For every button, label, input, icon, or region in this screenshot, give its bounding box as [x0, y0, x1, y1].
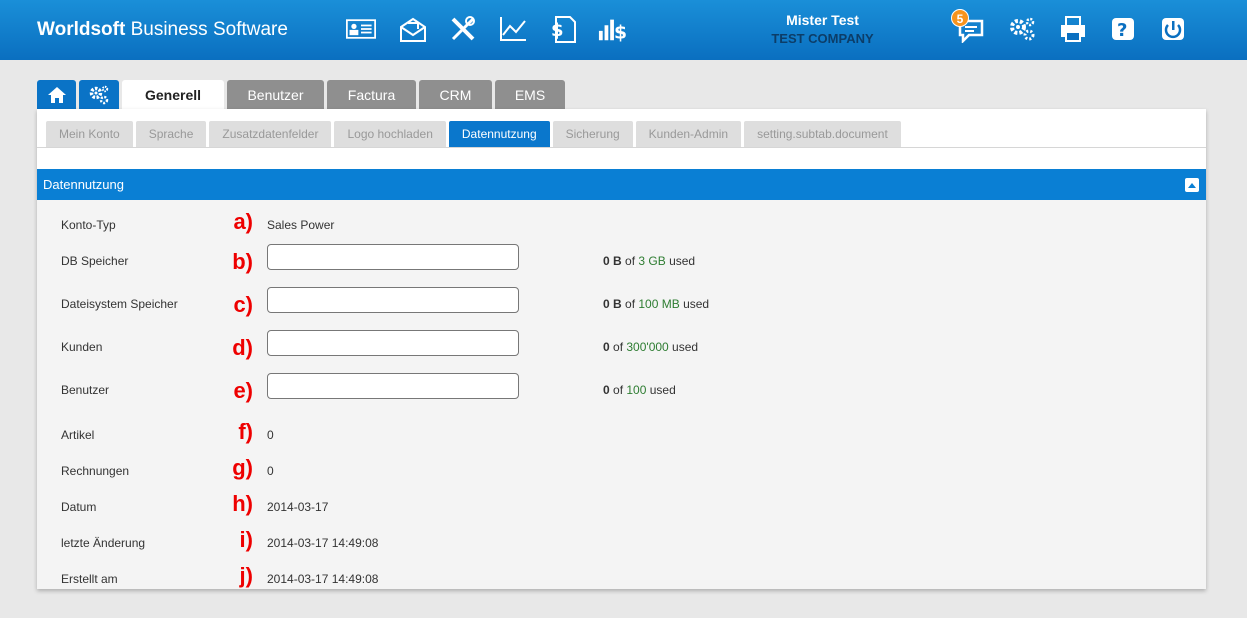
- tab-generell[interactable]: Generell: [122, 80, 224, 109]
- tab-ems[interactable]: EMS: [495, 80, 565, 109]
- subtab-datennutzung[interactable]: Datennutzung: [448, 121, 550, 147]
- row-artikel: Artikel f) 0: [37, 416, 1206, 452]
- svg-text:$: $: [551, 20, 564, 41]
- subtab-zusatzdatenfelder[interactable]: Zusatzdatenfelder: [209, 121, 332, 147]
- gears-icon: [89, 85, 109, 104]
- subtab-document[interactable]: setting.subtab.document: [744, 121, 901, 147]
- subtab-sprache[interactable]: Sprache: [135, 121, 207, 147]
- row-label: DB Speicher: [61, 254, 129, 268]
- subtab-bar: Mein Konto Sprache Zusatzdatenfelder Log…: [46, 121, 901, 147]
- row-dateisystem-speicher: Dateisystem Speicher c) 0 B of 100 MB us…: [37, 287, 1206, 323]
- svg-text:$: $: [614, 22, 627, 43]
- row-rechnungen: Rechnungen g) 0: [37, 452, 1206, 488]
- row-label: Datum: [61, 500, 97, 514]
- svg-text:?: ?: [1117, 20, 1127, 41]
- db-speicher-input[interactable]: [267, 244, 519, 270]
- row-label: Kunden: [61, 340, 103, 354]
- settings-panel: Mein Konto Sprache Zusatzdatenfelder Log…: [37, 109, 1206, 589]
- benutzer-input[interactable]: [267, 373, 519, 399]
- row-marker: g): [232, 455, 253, 480]
- subtab-sicherung[interactable]: Sicherung: [552, 121, 633, 147]
- app-header: Worldsoft Business Software $ $ Mister T…: [0, 0, 1247, 60]
- mail-send-icon[interactable]: [397, 14, 429, 44]
- print-icon[interactable]: [1057, 14, 1089, 44]
- datum-value: 2014-03-17: [267, 500, 329, 514]
- dateisystem-speicher-input[interactable]: [267, 287, 519, 313]
- row-erstellt-am: Erstellt am j) 2014-03-17 14:49:08: [37, 560, 1206, 596]
- tab-crm[interactable]: CRM: [419, 80, 492, 109]
- row-label: Benutzer: [61, 383, 110, 397]
- konto-typ-value: Sales Power: [267, 218, 335, 232]
- row-letzte-aenderung: letzte Änderung i) 2014-03-17 14:49:08: [37, 524, 1206, 560]
- row-marker: e): [233, 378, 253, 403]
- row-konto-typ: Konto-Typ a) Sales Power: [37, 208, 1206, 244]
- user-name: Mister Test: [786, 12, 859, 28]
- row-label: Dateisystem Speicher: [61, 297, 178, 311]
- row-marker: h): [232, 491, 253, 516]
- tab-benutzer[interactable]: Benutzer: [227, 80, 324, 109]
- notification-badge[interactable]: 5: [951, 9, 969, 27]
- data-usage-content: Konto-Typ a) Sales Power DB Speicher b) …: [37, 200, 1206, 589]
- revenue-icon[interactable]: $: [597, 14, 629, 44]
- row-marker: d): [232, 335, 253, 360]
- row-marker: a): [233, 209, 253, 234]
- row-kunden: Kunden d) 0 of 300'000 used: [37, 330, 1206, 366]
- home-icon: [47, 86, 66, 103]
- tools-icon[interactable]: [447, 14, 479, 44]
- contact-card-icon[interactable]: [345, 14, 377, 44]
- row-marker: f): [238, 419, 253, 444]
- row-benutzer: Benutzer e) 0 of 100 used: [37, 373, 1206, 409]
- erstellt-am-value: 2014-03-17 14:49:08: [267, 572, 379, 586]
- tab-factura[interactable]: Factura: [327, 80, 416, 109]
- logout-icon[interactable]: [1157, 14, 1189, 44]
- row-label: Artikel: [61, 428, 95, 442]
- subtab-logo-hochladen[interactable]: Logo hochladen: [334, 121, 446, 147]
- row-db-speicher: DB Speicher b) 0 B of 3 GB used: [37, 244, 1206, 280]
- chart-icon[interactable]: [497, 14, 529, 44]
- row-label: Rechnungen: [61, 464, 130, 478]
- row-marker: i): [239, 527, 253, 552]
- kunden-usage: 0 of 300'000 used: [603, 340, 699, 354]
- dateisystem-speicher-usage: 0 B of 100 MB used: [603, 297, 710, 311]
- collapse-icon[interactable]: [1185, 178, 1199, 192]
- kunden-input[interactable]: [267, 330, 519, 356]
- brand-logo[interactable]: Worldsoft Business Software: [37, 19, 288, 41]
- section-header: Datennutzung: [37, 169, 1206, 200]
- divider: [37, 147, 1206, 148]
- rechnungen-value: 0: [267, 464, 274, 478]
- home-tab[interactable]: [37, 80, 76, 109]
- help-icon[interactable]: ?: [1107, 14, 1139, 44]
- letzte-aenderung-value: 2014-03-17 14:49:08: [267, 536, 379, 550]
- row-label: Konto-Typ: [61, 218, 116, 232]
- settings-icon[interactable]: [1007, 14, 1039, 44]
- subtab-mein-konto[interactable]: Mein Konto: [46, 121, 133, 147]
- row-label: letzte Änderung: [61, 536, 146, 550]
- row-datum: Datum h) 2014-03-17: [37, 488, 1206, 524]
- subtab-kunden-admin[interactable]: Kunden-Admin: [635, 121, 742, 147]
- db-speicher-usage: 0 B of 3 GB used: [603, 254, 696, 268]
- section-title: Datennutzung: [43, 177, 124, 192]
- company-name: TEST COMPANY: [771, 31, 874, 46]
- settings-tab[interactable]: [79, 80, 119, 109]
- artikel-value: 0: [267, 428, 274, 442]
- invoice-icon[interactable]: $: [547, 14, 579, 44]
- row-label: Erstellt am: [61, 572, 118, 586]
- user-info[interactable]: Mister Test TEST COMPANY: [740, 12, 905, 46]
- benutzer-usage: 0 of 100 used: [603, 383, 676, 397]
- row-marker: c): [233, 292, 253, 317]
- row-marker: b): [232, 249, 253, 274]
- row-marker: j): [239, 563, 253, 588]
